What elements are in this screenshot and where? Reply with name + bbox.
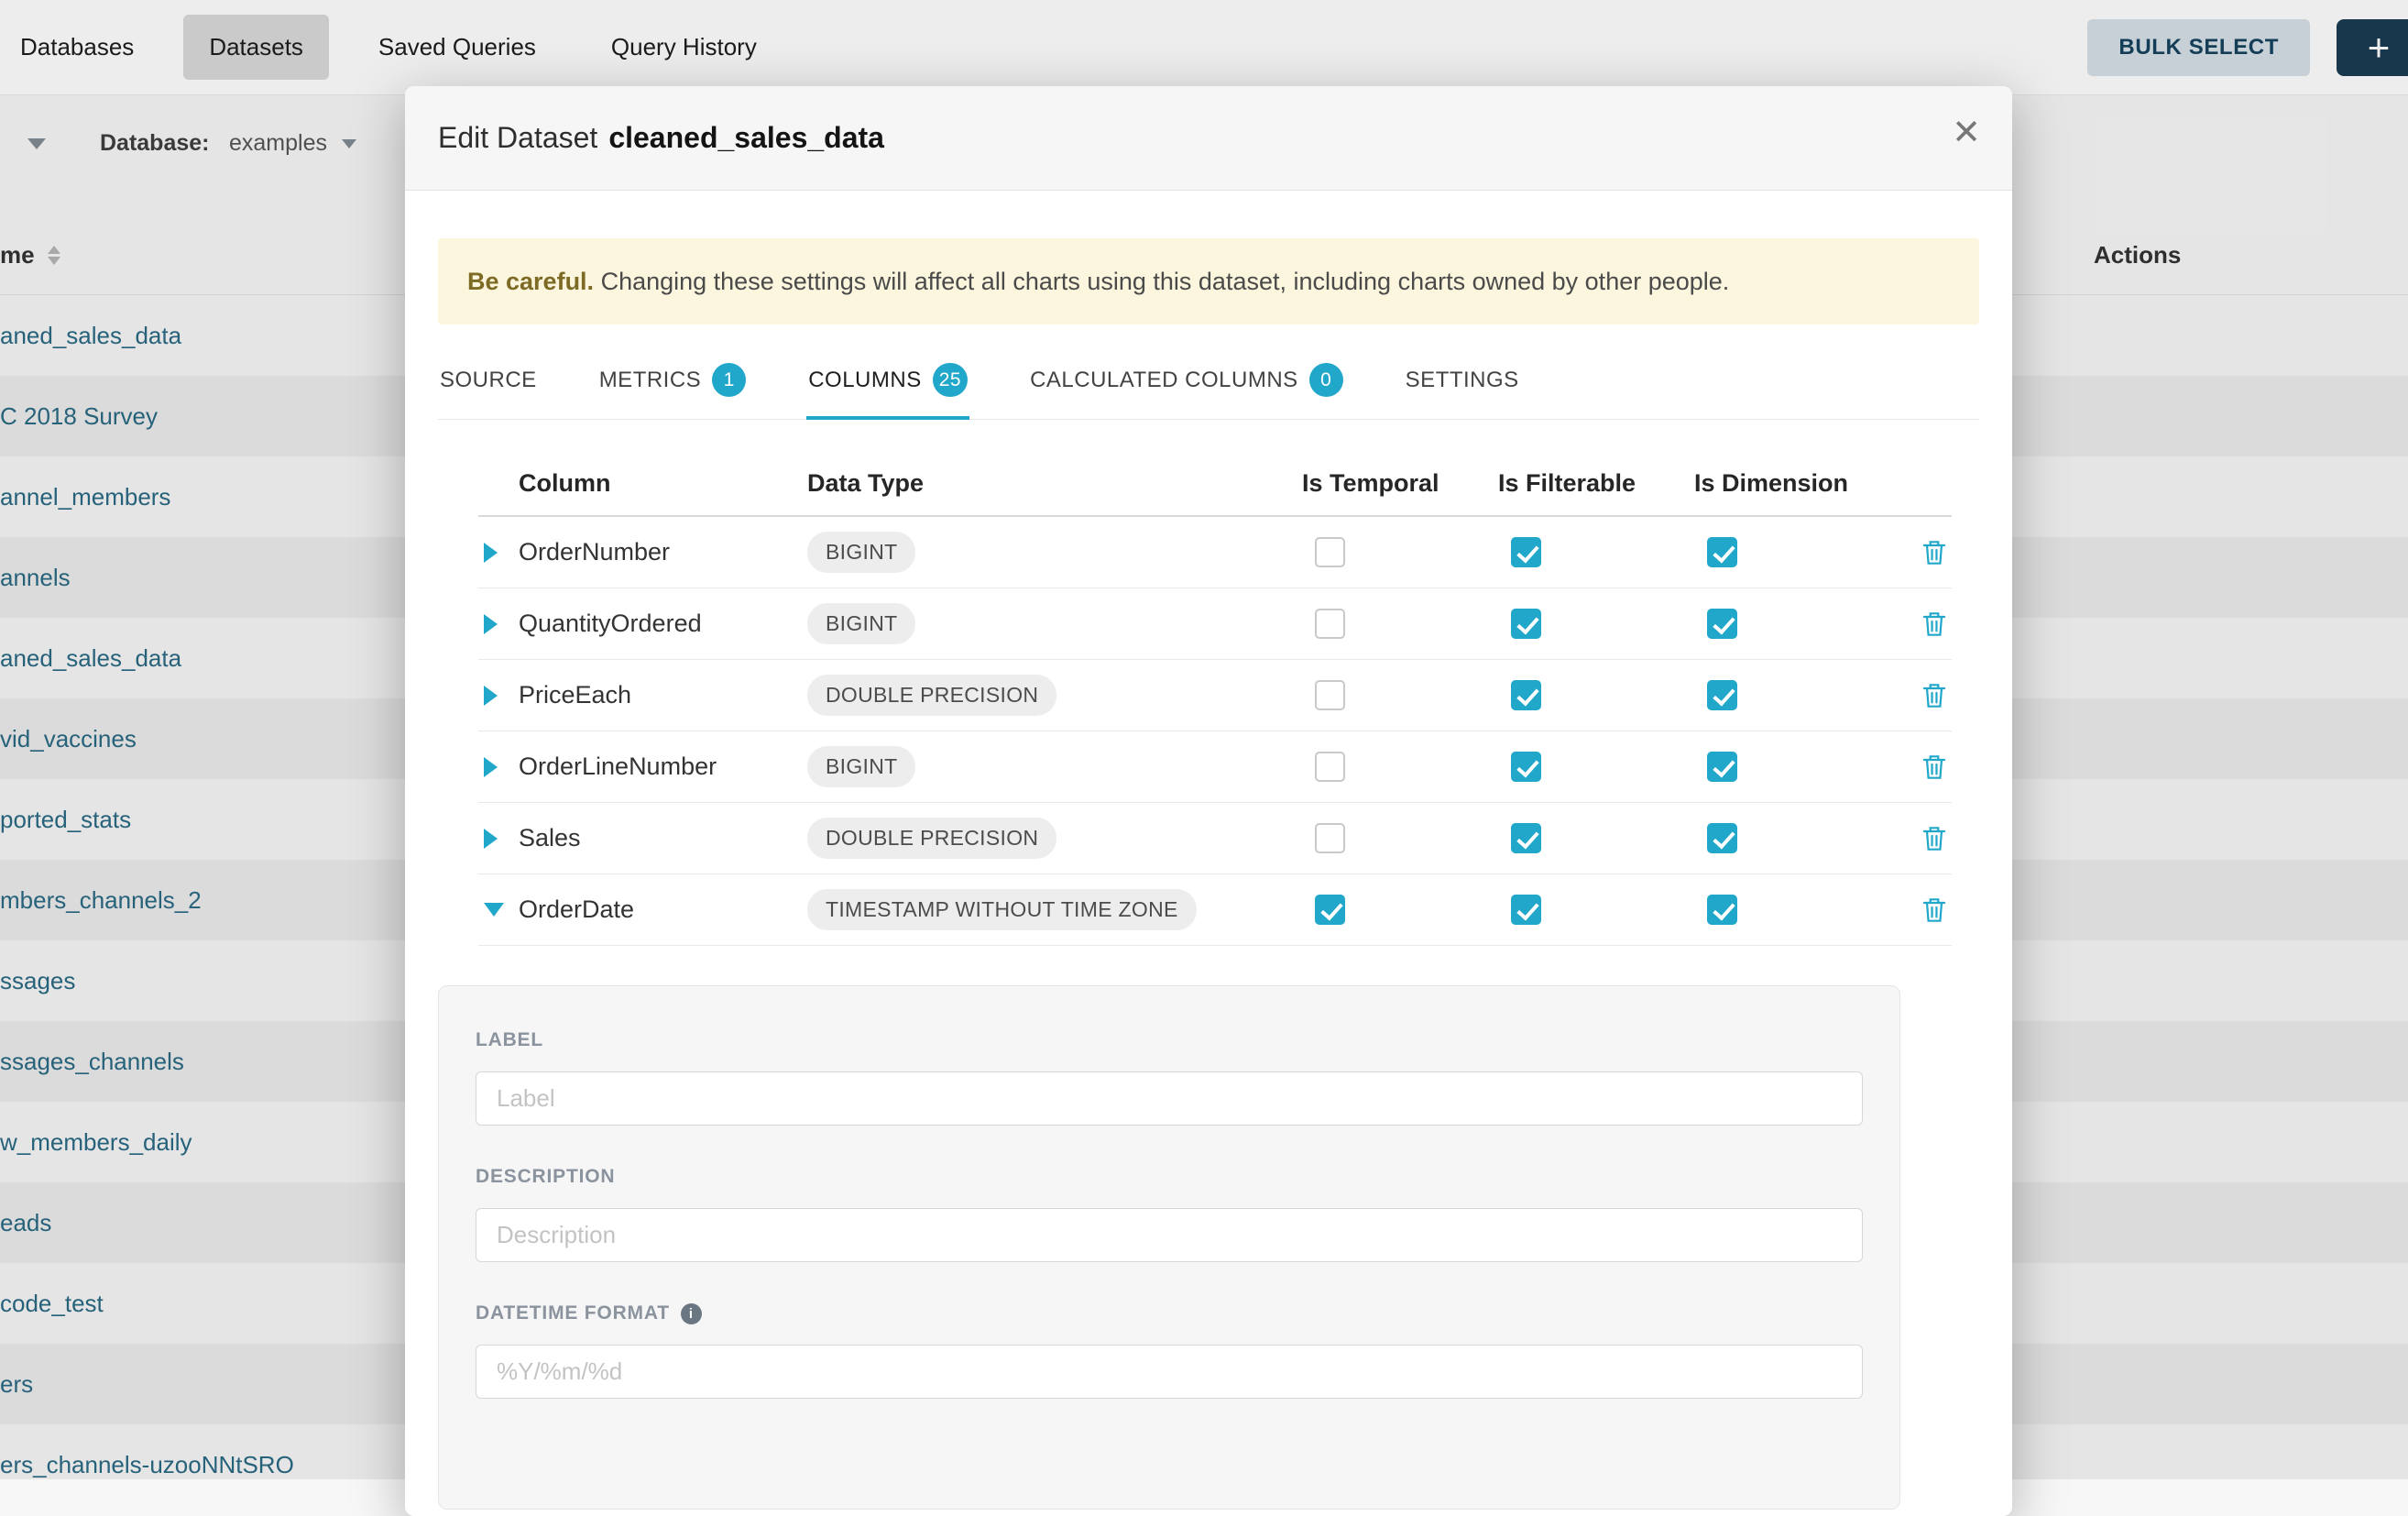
tab-settings[interactable]: SETTINGS bbox=[1404, 346, 1521, 419]
column-name: OrderLineNumber bbox=[519, 753, 807, 781]
columns-table-rows: OrderNumberBIGINTQuantityOrderedBIGINTPr… bbox=[478, 517, 1952, 946]
expand-caret-icon[interactable] bbox=[484, 829, 498, 849]
is-filterable-checkbox[interactable] bbox=[1511, 609, 1541, 639]
data-type-pill: TIMESTAMP WITHOUT TIME ZONE bbox=[807, 889, 1197, 930]
column-row: OrderLineNumberBIGINT bbox=[478, 731, 1952, 803]
tab-count-badge: 25 bbox=[933, 363, 968, 397]
tab-label: COLUMNS bbox=[808, 368, 922, 393]
tab-label: CALCULATED COLUMNS bbox=[1030, 368, 1298, 393]
data-type-pill: BIGINT bbox=[807, 746, 915, 787]
expand-caret-icon[interactable] bbox=[484, 614, 498, 634]
modal-body: Be careful. Changing these settings will… bbox=[405, 238, 2012, 1510]
column-header-column: Column bbox=[519, 469, 807, 498]
delete-column-icon[interactable] bbox=[1921, 681, 1948, 710]
label-input[interactable] bbox=[476, 1071, 1863, 1126]
column-name: OrderNumber bbox=[519, 538, 807, 566]
is-dimension-checkbox[interactable] bbox=[1707, 752, 1737, 782]
close-icon[interactable]: ✕ bbox=[1952, 115, 1981, 150]
tab-columns[interactable]: COLUMNS 25 bbox=[806, 346, 969, 419]
column-row: QuantityOrderedBIGINT bbox=[478, 588, 1952, 660]
column-header-data-type: Data Type bbox=[807, 469, 1302, 498]
tab-count-badge: 0 bbox=[1309, 363, 1343, 397]
datetime-format-input[interactable] bbox=[476, 1345, 1863, 1399]
is-filterable-checkbox[interactable] bbox=[1511, 895, 1541, 925]
is-temporal-checkbox[interactable] bbox=[1315, 752, 1345, 782]
label-field-label: LABEL bbox=[476, 1029, 1863, 1051]
column-name: PriceEach bbox=[519, 681, 807, 709]
columns-table: ColumnData TypeIs TemporalIs FilterableI… bbox=[478, 451, 1952, 946]
column-header-is-temporal: Is Temporal bbox=[1302, 469, 1498, 498]
is-temporal-checkbox[interactable] bbox=[1315, 609, 1345, 639]
expand-caret-icon[interactable] bbox=[484, 543, 498, 563]
info-icon[interactable]: i bbox=[681, 1303, 702, 1324]
modal-title: Edit Dataset cleaned_sales_data bbox=[405, 86, 2012, 189]
is-temporal-checkbox[interactable] bbox=[1315, 823, 1345, 853]
expand-caret-icon[interactable] bbox=[484, 686, 498, 706]
modal-title-prefix: Edit Dataset bbox=[438, 121, 597, 154]
is-dimension-checkbox[interactable] bbox=[1707, 680, 1737, 710]
delete-column-icon[interactable] bbox=[1921, 824, 1948, 853]
columns-table-header: ColumnData TypeIs TemporalIs FilterableI… bbox=[478, 451, 1952, 517]
column-name: OrderDate bbox=[519, 895, 807, 924]
column-name: Sales bbox=[519, 824, 807, 852]
is-dimension-checkbox[interactable] bbox=[1707, 609, 1737, 639]
is-temporal-checkbox[interactable] bbox=[1315, 680, 1345, 710]
is-dimension-checkbox[interactable] bbox=[1707, 537, 1737, 567]
column-header-is-filterable: Is Filterable bbox=[1498, 469, 1694, 498]
data-type-pill: BIGINT bbox=[807, 532, 915, 573]
expand-caret-icon[interactable] bbox=[484, 757, 498, 777]
description-field-label: DESCRIPTION bbox=[476, 1166, 1863, 1188]
is-filterable-checkbox[interactable] bbox=[1511, 752, 1541, 782]
delete-column-icon[interactable] bbox=[1921, 610, 1948, 639]
warning-bold-text: Be careful. bbox=[467, 268, 594, 295]
delete-column-icon[interactable] bbox=[1921, 538, 1948, 567]
column-row: OrderNumberBIGINT bbox=[478, 517, 1952, 588]
is-dimension-checkbox[interactable] bbox=[1707, 895, 1737, 925]
is-filterable-checkbox[interactable] bbox=[1511, 823, 1541, 853]
tab-label: SOURCE bbox=[440, 368, 537, 393]
description-input[interactable] bbox=[476, 1208, 1863, 1262]
datetime-format-field-label: DATETIME FORMAT i bbox=[476, 1302, 1863, 1324]
tab-label: METRICS bbox=[599, 368, 702, 393]
delete-column-icon[interactable] bbox=[1921, 753, 1948, 782]
edit-dataset-modal: Edit Dataset cleaned_sales_data ✕ Be care… bbox=[405, 86, 2012, 1516]
modal-header: Edit Dataset cleaned_sales_data ✕ bbox=[405, 86, 2012, 191]
delete-column-icon[interactable] bbox=[1921, 895, 1948, 925]
column-name: QuantityOrdered bbox=[519, 610, 807, 638]
column-header-is-dimension: Is Dimension bbox=[1694, 469, 1914, 498]
column-editor-panel: LABEL DESCRIPTION DATETIME FORMAT i bbox=[438, 985, 1900, 1510]
tab-metrics[interactable]: METRICS 1 bbox=[597, 346, 749, 419]
is-temporal-checkbox[interactable] bbox=[1315, 537, 1345, 567]
column-row: OrderDateTIMESTAMP WITHOUT TIME ZONE bbox=[478, 874, 1952, 946]
is-temporal-checkbox[interactable] bbox=[1315, 895, 1345, 925]
modal-title-dataset-name: cleaned_sales_data bbox=[608, 121, 884, 154]
is-filterable-checkbox[interactable] bbox=[1511, 680, 1541, 710]
tab-source[interactable]: SOURCE bbox=[438, 346, 539, 419]
is-filterable-checkbox[interactable] bbox=[1511, 537, 1541, 567]
collapse-caret-icon[interactable] bbox=[484, 903, 504, 917]
column-row: PriceEachDOUBLE PRECISION bbox=[478, 660, 1952, 731]
data-type-pill: DOUBLE PRECISION bbox=[807, 675, 1056, 716]
data-type-pill: BIGINT bbox=[807, 603, 915, 644]
warning-banner: Be careful. Changing these settings will… bbox=[438, 238, 1979, 324]
warning-text: Changing these settings will affect all … bbox=[594, 268, 1729, 295]
is-dimension-checkbox[interactable] bbox=[1707, 823, 1737, 853]
data-type-pill: DOUBLE PRECISION bbox=[807, 818, 1056, 859]
tab-count-badge: 1 bbox=[712, 363, 746, 397]
tab-calculated-columns[interactable]: CALCULATED COLUMNS 0 bbox=[1028, 346, 1345, 419]
tab-label: SETTINGS bbox=[1406, 368, 1519, 393]
column-row: SalesDOUBLE PRECISION bbox=[478, 803, 1952, 874]
modal-tabs: SOURCE METRICS 1 COLUMNS 25 CALCULATED COLUMN… bbox=[438, 346, 1979, 420]
